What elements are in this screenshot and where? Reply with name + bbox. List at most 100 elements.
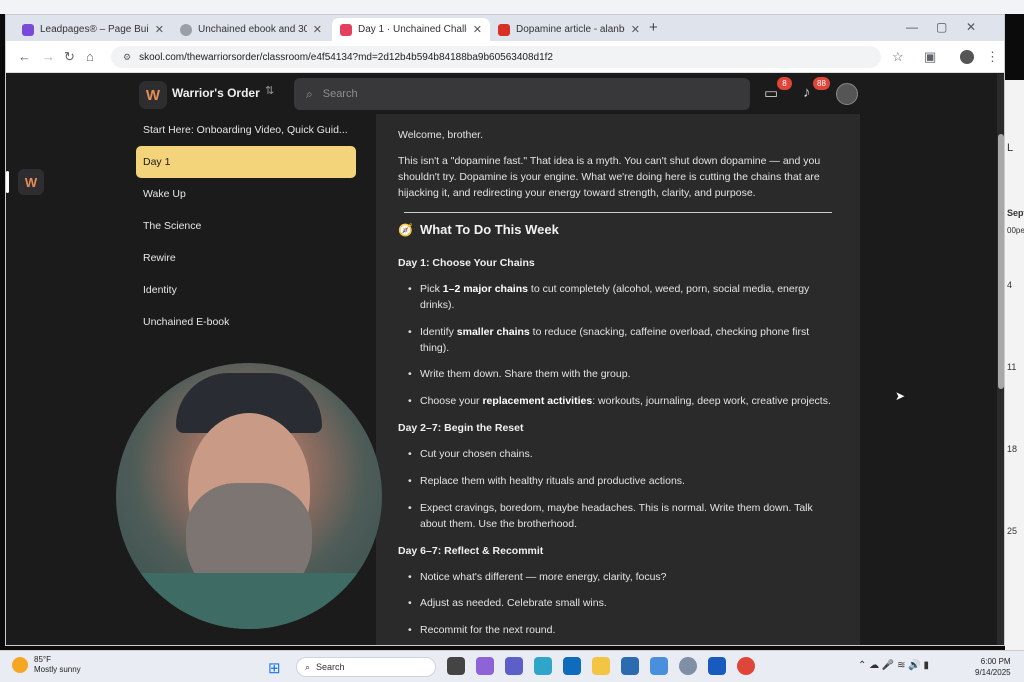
edge-icon[interactable] <box>534 657 552 675</box>
module-item-the-science[interactable]: The Science <box>136 210 356 242</box>
system-tray[interactable]: ⌃ ☁ 🎤 ≋ 🔊 ▮ <box>858 660 929 671</box>
bookmark-star-icon[interactable]: ☆ <box>892 49 904 65</box>
reload-icon[interactable]: ↻ <box>64 49 75 65</box>
tab-ebook[interactable]: Unchained ebook and 30 day c ✕ <box>172 18 330 41</box>
module-item-wake-up[interactable]: Wake Up <box>136 178 356 210</box>
desktop-top-strip <box>0 0 1024 14</box>
page-viewport: W Warrior's Order ⇅ ⌕ Search ▭ 8 ♪ 88 W … <box>6 74 1004 645</box>
day2-heading: Day 2–7: Begin the Reset <box>398 422 524 434</box>
bg-text: 25 <box>1007 526 1018 536</box>
task-view-icon[interactable] <box>447 657 465 675</box>
windows-taskbar: 85°F Mostly sunny ⊞ ⌕ Search ⌃ ☁ 🎤 ≋ 🔊 ▮ … <box>0 650 1024 682</box>
search-icon: ⌕ <box>305 661 311 672</box>
home-icon[interactable]: ⌂ <box>86 49 94 64</box>
background-window-edge: L Sept 00pe 4 11 18 25 <box>1005 80 1024 650</box>
word-icon[interactable] <box>708 657 726 675</box>
chat-icon[interactable]: ▭ <box>764 84 778 102</box>
rail-community-icon[interactable]: W <box>18 169 44 195</box>
active-rail-marker <box>6 171 9 193</box>
notification-badge: 88 <box>813 77 830 90</box>
search-icon: ⌕ <box>306 86 313 101</box>
taskbar-clock[interactable]: 6:00 PM 9/14/2025 <box>975 656 1011 678</box>
mouse-cursor-icon: ➤ <box>895 389 906 403</box>
day1-heading: Day 1: Choose Your Chains <box>398 257 535 269</box>
module-item-start-here[interactable]: Start Here: Onboarding Video, Quick Guid… <box>136 114 356 146</box>
list-item: Pick 1–2 major chains to cut completely … <box>408 281 840 313</box>
weather-widget[interactable]: 85°F Mostly sunny <box>12 655 81 675</box>
skool-header: W Warrior's Order ⇅ ⌕ Search ▭ 8 ♪ 88 <box>6 74 1004 118</box>
user-avatar[interactable] <box>836 83 858 105</box>
chat-badge: 8 <box>777 77 792 90</box>
lesson-content: Welcome, brother. This isn't a "dopamine… <box>376 114 860 645</box>
back-icon[interactable]: ← <box>18 49 31 64</box>
webcam-overlay <box>116 363 382 629</box>
windows-start-icon[interactable]: ⊞ <box>268 659 281 677</box>
address-bar-row: ← → ↻ ⌂ ⚙ skool.com/thewarriorsorder/cla… <box>6 41 1004 73</box>
webcam-shirt <box>116 573 382 629</box>
search-input[interactable]: ⌕ Search <box>294 78 750 110</box>
outlook-icon[interactable] <box>563 657 581 675</box>
module-item-identity[interactable]: Identity <box>136 274 356 306</box>
close-window-icon[interactable]: ✕ <box>966 20 976 34</box>
module-item-rewire[interactable]: Rewire <box>136 242 356 274</box>
close-icon[interactable]: ✕ <box>155 23 164 36</box>
skool-icon <box>340 23 352 36</box>
list-item: Adjust as needed. Celebrate small wins. <box>408 595 840 611</box>
community-logo[interactable]: W <box>139 81 167 109</box>
close-icon[interactable]: ✕ <box>631 23 640 36</box>
teams-icon[interactable] <box>505 657 523 675</box>
divider <box>404 212 832 213</box>
taskbar-search[interactable]: ⌕ Search <box>296 657 436 677</box>
module-list: Start Here: Onboarding Video, Quick Guid… <box>136 114 356 338</box>
chrome-icon[interactable] <box>737 657 755 675</box>
url-field[interactable]: ⚙ skool.com/thewarriorsorder/classroom/e… <box>111 46 881 68</box>
bg-text: 4 <box>1007 280 1013 290</box>
page-scrollbar[interactable] <box>997 74 1004 645</box>
module-item-unchained-ebook[interactable]: Unchained E-book <box>136 306 356 338</box>
day6-heading: Day 6–7: Reflect & Recommit <box>398 545 544 557</box>
file-explorer-icon[interactable] <box>592 657 610 675</box>
settings-icon[interactable] <box>679 657 697 675</box>
list-item: Notice what's different — more energy, c… <box>408 569 840 585</box>
bell-icon[interactable]: ♪ <box>803 84 811 101</box>
copilot-icon[interactable] <box>476 657 494 675</box>
globe-icon <box>180 23 192 36</box>
bg-text: Sept <box>1007 208 1024 218</box>
list-item: Recommit for the next round. <box>408 622 840 638</box>
list-item: Cut your chosen chains. <box>408 446 840 462</box>
list-item: Replace them with healthy rituals and pr… <box>408 473 840 489</box>
site-info-icon[interactable]: ⚙ <box>123 52 131 63</box>
list-item: Write them down. Share them with the gro… <box>408 366 840 382</box>
close-icon[interactable]: ✕ <box>313 23 322 36</box>
compass-icon: 🧭 <box>398 223 413 237</box>
scrollbar-thumb[interactable] <box>998 134 1004 389</box>
list-item: Identify smaller chains to reduce (snack… <box>408 324 840 356</box>
gmail-icon <box>498 23 510 36</box>
community-switcher-icon[interactable]: ⇅ <box>265 84 274 97</box>
tab-gmail[interactable]: Dopamine article - alanbelcher ✕ <box>490 18 648 41</box>
menu-kebab-icon[interactable]: ⋮ <box>986 49 999 65</box>
list-item: Expect cravings, boredom, maybe headache… <box>408 500 840 532</box>
tab-day1[interactable]: Day 1 · Unchained Challenge · ✕ <box>332 18 490 41</box>
bg-text: 00pe <box>1007 226 1024 235</box>
forward-icon[interactable]: → <box>42 49 55 64</box>
sidepanel-icon[interactable]: ▣ <box>924 49 936 65</box>
bg-text: L <box>1007 142 1014 154</box>
profile-avatar[interactable] <box>960 50 974 64</box>
tab-strip: Leadpages® – Page Builder ✕ Unchained eb… <box>6 15 1004 41</box>
browser-window: Leadpages® – Page Builder ✕ Unchained eb… <box>5 14 1005 646</box>
leadpages-icon <box>22 23 34 36</box>
maximize-icon[interactable]: ▢ <box>936 20 947 34</box>
app-icon[interactable] <box>650 657 668 675</box>
minimize-icon[interactable]: — <box>906 20 918 34</box>
bg-text: 18 <box>1007 444 1018 454</box>
new-tab-button[interactable]: + <box>649 19 658 36</box>
close-icon[interactable]: ✕ <box>473 23 482 36</box>
community-name[interactable]: Warrior's Order <box>172 86 260 100</box>
lesson-paragraph: This isn't a "dopamine fast." That idea … <box>398 155 821 199</box>
tab-leadpages[interactable]: Leadpages® – Page Builder ✕ <box>14 18 172 41</box>
store-icon[interactable] <box>621 657 639 675</box>
sun-icon <box>12 657 28 673</box>
bg-text: 11 <box>1007 362 1017 372</box>
module-item-day-1[interactable]: Day 1 <box>136 146 356 178</box>
